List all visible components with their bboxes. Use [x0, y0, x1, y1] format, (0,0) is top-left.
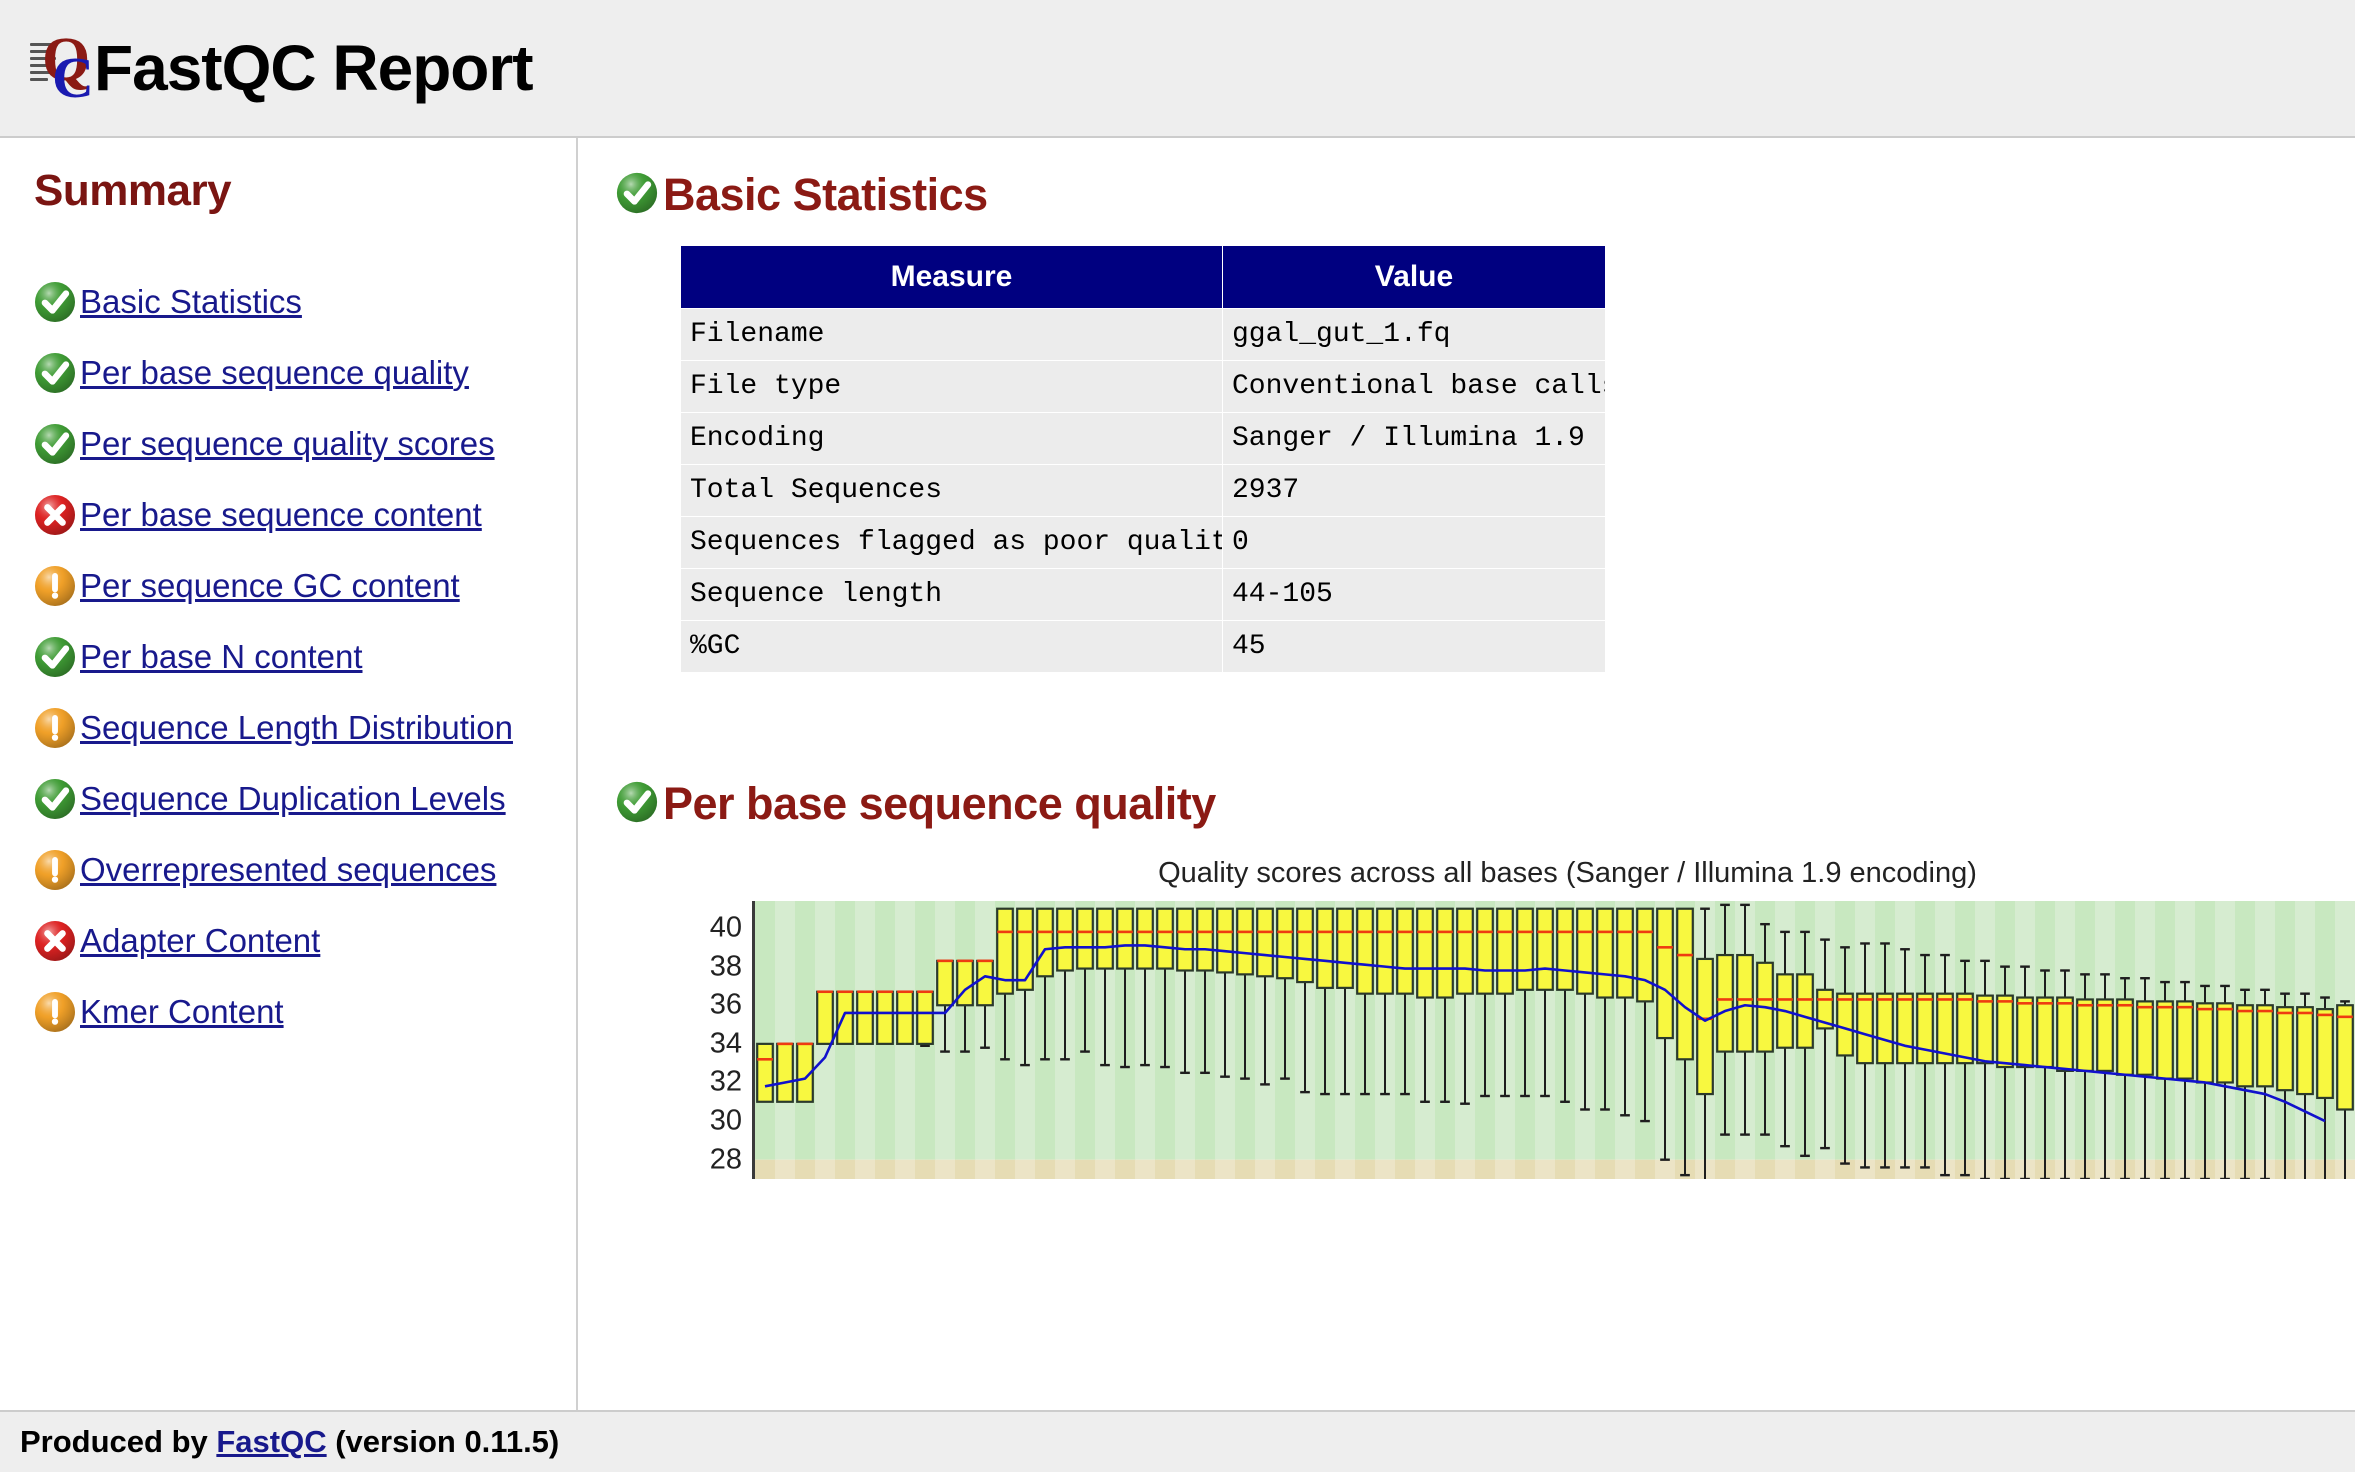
measure-cell: Filename [681, 309, 1223, 361]
sidebar-item-label[interactable]: Adapter Content [80, 922, 320, 960]
measure-cell: File type [681, 361, 1223, 413]
value-cell: 0 [1223, 517, 1606, 569]
value-cell: 2937 [1223, 465, 1606, 517]
warning-icon [34, 991, 76, 1033]
table-row: File typeConventional base calls [681, 361, 1606, 413]
table-row: Filenameggal_gut_1.fq [681, 309, 1606, 361]
tick-icon [34, 352, 76, 394]
warning-icon [34, 565, 76, 607]
fastqc-link[interactable]: FastQC [216, 1424, 326, 1459]
table-row: Sequences flagged as poor quality0 [681, 517, 1606, 569]
sidebar-item-per-sequence-gc-content[interactable]: Per sequence GC content [0, 550, 576, 621]
sidebar-item-label[interactable]: Per sequence quality scores [80, 425, 495, 463]
y-axis-tick: 38 [710, 950, 742, 983]
value-cell: Conventional base calls [1223, 361, 1606, 413]
measure-cell: Sequence length [681, 569, 1223, 621]
module-basic-statistics-header: Basic Statistics [616, 170, 2355, 220]
sidebar-item-per-base-n-content[interactable]: Per base N content [0, 621, 576, 692]
y-axis-tick: 30 [710, 1105, 742, 1138]
tick-icon [616, 172, 662, 218]
module-per-base-sequence-quality-title: Per base sequence quality [663, 779, 1216, 829]
sidebar-item-label[interactable]: Overrepresented sequences [80, 851, 496, 889]
value-cell: Sanger / Illumina 1.9 [1223, 413, 1606, 465]
tick-icon [34, 778, 76, 820]
module-per-base-sequence-quality-header: Per base sequence quality [616, 779, 2355, 829]
sidebar-item-per-base-sequence-content[interactable]: Per base sequence content [0, 479, 576, 550]
error-icon [34, 494, 76, 536]
module-basic-statistics-title: Basic Statistics [663, 170, 988, 220]
measure-cell: Encoding [681, 413, 1223, 465]
table-row: Total Sequences2937 [681, 465, 1606, 517]
sidebar-item-kmer-content[interactable]: Kmer Content [0, 976, 576, 1047]
column-header-measure: Measure [681, 246, 1223, 309]
sidebar-item-label[interactable]: Per base sequence quality [80, 354, 469, 392]
sidebar-heading: Summary [34, 166, 576, 216]
tick-icon [34, 281, 76, 323]
chart-svg [755, 901, 2355, 1179]
table-header-row: Measure Value [681, 246, 1606, 309]
tick-icon [34, 423, 76, 465]
value-cell: ggal_gut_1.fq [1223, 309, 1606, 361]
content-area: Summary Basic Statistics Per base sequenc… [0, 138, 2355, 1410]
measure-cell: Sequences flagged as poor quality [681, 517, 1223, 569]
fastqc-logo-icon: Q C [30, 27, 98, 109]
chart-y-axis-labels: 40 38 36 34 32 30 28 [680, 901, 742, 1179]
sidebar-item-overrepresented-sequences[interactable]: Overrepresented sequences [0, 834, 576, 905]
sidebar-item-label[interactable]: Sequence Duplication Levels [80, 780, 506, 818]
sidebar-item-adapter-content[interactable]: Adapter Content [0, 905, 576, 976]
value-cell: 45 [1223, 621, 1606, 673]
sidebar-item-label[interactable]: Sequence Length Distribution [80, 709, 513, 747]
y-axis-tick: 40 [710, 912, 742, 945]
sidebar-item-label[interactable]: Basic Statistics [80, 283, 302, 321]
warning-icon [34, 707, 76, 749]
y-axis-tick: 28 [710, 1143, 742, 1176]
footer-text: Produced by FastQC (version 0.11.5) [20, 1424, 559, 1460]
chart-title: Quality scores across all bases (Sanger … [580, 857, 2355, 890]
page-footer: Produced by FastQC (version 0.11.5) [0, 1410, 2355, 1472]
warning-icon [34, 849, 76, 891]
summary-list: Basic Statistics Per base sequence qualit… [0, 266, 576, 1047]
sidebar: Summary Basic Statistics Per base sequenc… [0, 138, 578, 1410]
column-header-value: Value [1223, 246, 1606, 309]
page-header: Q C FastQC Report [0, 0, 2355, 138]
table-row: EncodingSanger / Illumina 1.9 [681, 413, 1606, 465]
chart-plot-area [752, 901, 2355, 1179]
sidebar-item-label[interactable]: Kmer Content [80, 993, 284, 1031]
footer-suffix: (version 0.11.5) [327, 1424, 560, 1459]
logo-c-letter: C [52, 49, 94, 107]
sidebar-item-label[interactable]: Per base sequence content [80, 496, 482, 534]
table-row: Sequence length44-105 [681, 569, 1606, 621]
page-title: FastQC Report [94, 33, 533, 103]
module-per-base-sequence-quality: Per base sequence quality Quality scores… [580, 779, 2355, 1179]
sidebar-item-label[interactable]: Per base N content [80, 638, 363, 676]
basic-statistics-body: Filenameggal_gut_1.fqFile typeConvention… [681, 309, 1606, 673]
y-axis-tick: 32 [710, 1066, 742, 1099]
sidebar-item-per-sequence-quality-scores[interactable]: Per sequence quality scores [0, 408, 576, 479]
per-base-quality-chart: Quality scores across all bases (Sanger … [580, 857, 2355, 1179]
sidebar-item-basic-statistics[interactable]: Basic Statistics [0, 266, 576, 337]
tick-icon [34, 636, 76, 678]
header-inner: Q C FastQC Report [30, 27, 533, 109]
sidebar-item-sequence-duplication-levels[interactable]: Sequence Duplication Levels [0, 763, 576, 834]
table-row: %GC45 [681, 621, 1606, 673]
y-axis-tick: 36 [710, 989, 742, 1022]
module-basic-statistics: Basic Statistics Measure Value Filenameg… [580, 170, 2355, 673]
main-content: Basic Statistics Measure Value Filenameg… [580, 138, 2355, 1410]
footer-prefix: Produced by [20, 1424, 216, 1459]
measure-cell: Total Sequences [681, 465, 1223, 517]
sidebar-item-sequence-length-distribution[interactable]: Sequence Length Distribution [0, 692, 576, 763]
value-cell: 44-105 [1223, 569, 1606, 621]
measure-cell: %GC [681, 621, 1223, 673]
tick-icon [616, 781, 662, 827]
error-icon [34, 920, 76, 962]
sidebar-item-label[interactable]: Per sequence GC content [80, 567, 460, 605]
basic-statistics-table: Measure Value Filenameggal_gut_1.fqFile … [680, 245, 1606, 673]
sidebar-item-per-base-sequence-quality[interactable]: Per base sequence quality [0, 337, 576, 408]
y-axis-tick: 34 [710, 1027, 742, 1060]
